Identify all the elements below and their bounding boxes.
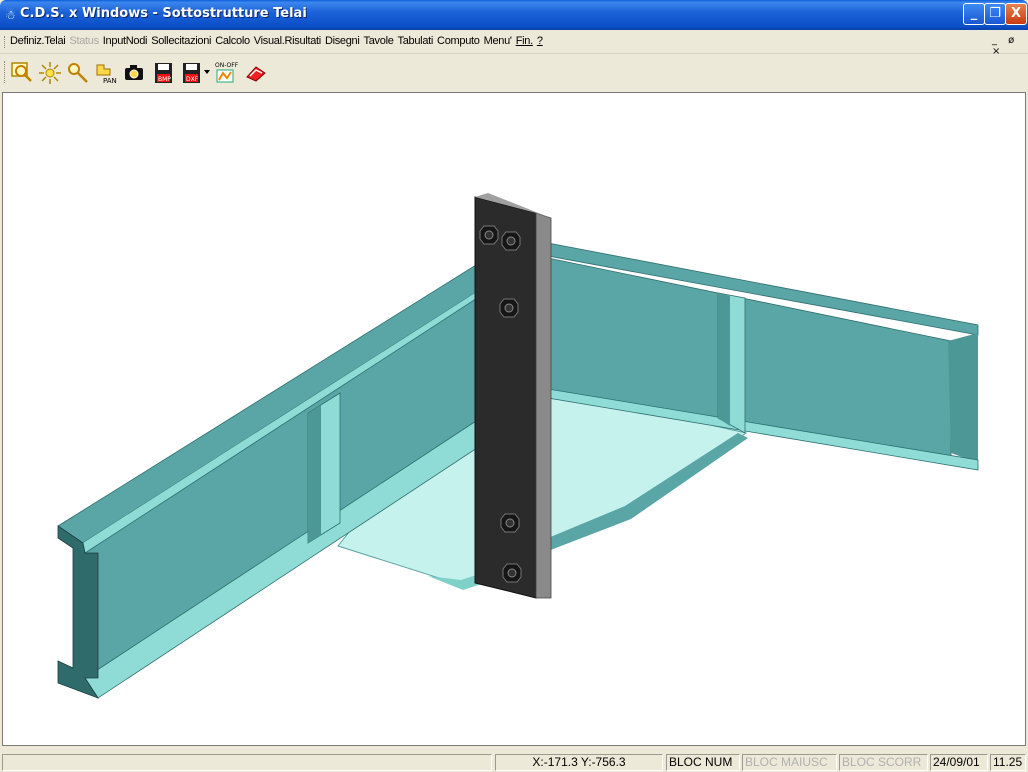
minimize-button[interactable]: _ [963, 3, 985, 25]
maximize-button[interactable]: ❐ [984, 3, 1006, 25]
bolt [502, 563, 522, 583]
status-message [2, 754, 492, 771]
end-plate-face [474, 196, 537, 599]
menu-tabulati[interactable]: Tabulati [398, 35, 438, 47]
camera-button[interactable] [122, 61, 146, 85]
drawing-canvas[interactable] [2, 92, 1026, 746]
toggle-layers-button[interactable]: ON-OFF [214, 61, 239, 85]
close-button[interactable]: X [1005, 3, 1027, 25]
title-bar[interactable]: ☃ C.D.S. x Windows - Sottostrutture Tela… [0, 0, 1028, 30]
bolt [499, 298, 519, 318]
menu-status: Status [69, 35, 99, 47]
svg-text:ON-OFF: ON-OFF [215, 62, 238, 69]
left-beam-stiffener-face [308, 405, 321, 543]
save-dxf-button[interactable]: DXF [180, 61, 204, 85]
end-plate-edge [535, 212, 552, 599]
pan-icon: PAN [96, 64, 117, 85]
status-time: 11.25 [990, 754, 1026, 771]
toggle-layers-icon: ON-OFF [215, 62, 239, 83]
status-scroll-lock: BLOC SCORR [839, 754, 928, 771]
right-beam-web-shadow [948, 333, 978, 463]
render-icon [246, 66, 266, 82]
menu-tavole[interactable]: Tavole [364, 35, 398, 47]
zoom-button[interactable] [66, 61, 90, 85]
camera-icon [125, 65, 143, 80]
save-dxf-icon: DXF [183, 63, 200, 83]
menu-help[interactable]: ? [537, 35, 547, 47]
menu-menu[interactable]: Menu' [484, 35, 516, 47]
menu-definiz-telai[interactable]: Definiz.Telai [10, 35, 69, 47]
menu-disegni[interactable]: Disegni [325, 35, 364, 47]
status-coords: X:-171.3 Y:-756.3 [495, 754, 663, 771]
bolt [500, 513, 520, 533]
render-button[interactable] [244, 61, 268, 85]
menu-bar: Definiz.Telai Status InputNodi Sollecita… [0, 30, 1028, 57]
menu-inputnodi[interactable]: InputNodi [103, 35, 151, 47]
svg-text:PAN: PAN [103, 77, 117, 85]
light-icon [39, 62, 61, 84]
status-date: 24/09/01 [930, 754, 988, 771]
menu-grip[interactable] [4, 36, 7, 48]
app-icon[interactable]: ☃ [5, 8, 19, 22]
status-caps-lock: BLOC MAIUSC [742, 754, 837, 771]
status-num-lock: BLOC NUM [666, 754, 740, 771]
right-beam-stiffener-face [718, 293, 730, 426]
light-button[interactable] [38, 61, 62, 85]
end-plate [474, 193, 552, 599]
zoom-window-button[interactable] [10, 61, 34, 85]
mdi-controls[interactable]: _ ø × [992, 35, 1028, 57]
toolbar: PAN BMP DXF ON-OFF [0, 55, 1028, 92]
beam-connection-3d-view [57, 193, 979, 699]
menu-fine[interactable]: Fin. [516, 35, 537, 47]
menu-items: Definiz.Telai Status InputNodi Sollecita… [10, 35, 547, 47]
save-bmp-button[interactable]: BMP [152, 61, 176, 85]
save-dropdown-arrow[interactable] [203, 61, 211, 85]
menu-calcolo[interactable]: Calcolo [215, 35, 254, 47]
menu-sollecitazioni[interactable]: Sollecitazioni [151, 35, 215, 47]
svg-text:BMP: BMP [158, 76, 171, 83]
save-bmp-icon: BMP [155, 63, 172, 83]
close-icon: X [1010, 6, 1022, 21]
zoom-icon [68, 63, 88, 83]
window-title: C.D.S. x Windows - Sottostrutture Telai [20, 6, 307, 21]
bolt [501, 231, 521, 251]
bolt [479, 225, 499, 245]
minimize-icon: _ [970, 6, 978, 21]
svg-text:DXF: DXF [186, 76, 199, 83]
maximize-icon: ❐ [989, 6, 1001, 21]
zoom-window-icon [11, 62, 32, 82]
app-window: ☃ C.D.S. x Windows - Sottostrutture Tela… [0, 0, 1028, 772]
toolbar-grip[interactable] [4, 61, 7, 83]
menu-visual-risultati[interactable]: Visual.Risultati [254, 35, 325, 47]
pan-button[interactable]: PAN [94, 61, 118, 85]
chevron-down-icon [204, 70, 210, 74]
menu-computo[interactable]: Computo [437, 35, 484, 47]
status-bar: X:-171.3 Y:-756.3 BLOC NUM BLOC MAIUSC B… [0, 752, 1028, 772]
